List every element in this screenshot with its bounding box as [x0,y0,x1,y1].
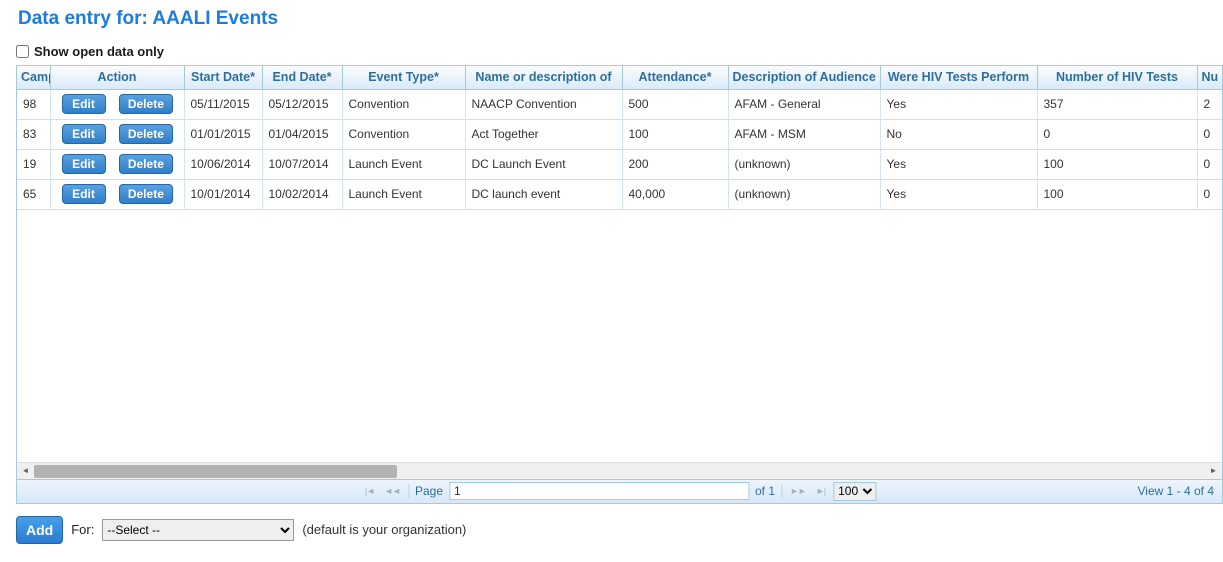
col-header-audience[interactable]: Description of Audience [728,66,880,89]
cell-campaign: 98 [17,89,50,119]
cell-truncated: 0 [1197,179,1222,209]
table-row[interactable]: 19 Edit Delete 10/06/2014 10/07/2014 Lau… [17,149,1222,179]
cell-audience: (unknown) [728,149,880,179]
cell-audience: (unknown) [728,179,880,209]
page-number-input[interactable] [449,482,749,500]
col-header-truncated[interactable]: Nu [1197,66,1222,89]
pager-controls: |◄ ◄◄ Page of 1 ►► ►| 100 [363,482,876,501]
cell-hiv-tests: No [880,119,1037,149]
delete-button[interactable]: Delete [119,124,173,144]
cell-name: DC Launch Event [465,149,622,179]
edit-button[interactable]: Edit [62,94,106,114]
cell-truncated: 2 [1197,89,1222,119]
prev-page-icon[interactable]: ◄◄ [382,486,402,496]
page-title: Data entry for: AAALI Events [18,8,1223,30]
table-row[interactable]: 65 Edit Delete 10/01/2014 10/02/2014 Lau… [17,179,1222,209]
cell-start-date: 10/01/2014 [184,179,262,209]
cell-audience: AFAM - MSM [728,119,880,149]
cell-event-type: Convention [342,119,465,149]
edit-button[interactable]: Edit [62,124,106,144]
grid-empty-area [17,210,1222,462]
cell-end-date: 05/12/2015 [262,89,342,119]
cell-action: Edit Delete [50,149,184,179]
cell-campaign: 19 [17,149,50,179]
col-header-event-type[interactable]: Event Type* [342,66,465,89]
horizontal-scrollbar[interactable]: ◄ ► [17,462,1222,479]
pager-bar: |◄ ◄◄ Page of 1 ►► ►| 100 View 1 - 4 of … [17,479,1222,503]
cell-attendance: 40,000 [622,179,728,209]
cell-event-type: Launch Event [342,149,465,179]
scrollbar-thumb[interactable] [34,465,397,478]
show-open-data-label: Show open data only [34,44,164,59]
for-label: For: [71,522,94,537]
cell-start-date: 01/01/2015 [184,119,262,149]
cell-truncated: 0 [1197,149,1222,179]
last-page-icon[interactable]: ►| [814,486,827,496]
cell-start-date: 10/06/2014 [184,149,262,179]
show-open-data-checkbox[interactable] [16,45,29,58]
cell-attendance: 500 [622,89,728,119]
col-header-name[interactable]: Name or description of [465,66,622,89]
cell-action: Edit Delete [50,119,184,149]
add-button[interactable]: Add [16,516,63,544]
cell-campaign: 65 [17,179,50,209]
col-header-campaign[interactable]: Camp [17,66,50,89]
next-page-icon[interactable]: ►► [788,486,808,496]
col-header-hiv-tests-performed[interactable]: Were HIV Tests Perform [880,66,1037,89]
cell-event-type: Launch Event [342,179,465,209]
page: Data entry for: AAALI Events Show open d… [0,0,1223,544]
organization-select[interactable]: --Select -- [102,519,294,541]
first-page-icon[interactable]: |◄ [363,486,376,496]
cell-name: DC launch event [465,179,622,209]
cell-audience: AFAM - General [728,89,880,119]
scroll-left-arrow-icon[interactable]: ◄ [17,463,34,479]
page-of-label: of 1 [755,484,775,498]
cell-hiv-tests: Yes [880,179,1037,209]
pager-separator [781,484,782,498]
cell-hiv-tests: Yes [880,89,1037,119]
events-table: Camp Action Start Date* End Date* Event … [17,66,1222,210]
view-range-text: View 1 - 4 of 4 [1138,484,1215,498]
col-header-start-date[interactable]: Start Date* [184,66,262,89]
cell-attendance: 200 [622,149,728,179]
cell-num-hiv-tests: 357 [1037,89,1197,119]
delete-button[interactable]: Delete [119,184,173,204]
col-header-attendance[interactable]: Attendance* [622,66,728,89]
cell-num-hiv-tests: 100 [1037,179,1197,209]
scrollbar-track[interactable] [34,463,1205,479]
table-row[interactable]: 83 Edit Delete 01/01/2015 01/04/2015 Con… [17,119,1222,149]
footer-bar: Add For: --Select -- (default is your or… [16,516,1223,544]
col-header-action[interactable]: Action [50,66,184,89]
cell-action: Edit Delete [50,89,184,119]
table-row[interactable]: 98 Edit Delete 05/11/2015 05/12/2015 Con… [17,89,1222,119]
cell-campaign: 83 [17,119,50,149]
col-header-number-hiv-tests[interactable]: Number of HIV Tests [1037,66,1197,89]
cell-end-date: 10/02/2014 [262,179,342,209]
show-open-data-filter[interactable]: Show open data only [16,44,1223,59]
default-org-hint: (default is your organization) [302,522,466,537]
cell-name: Act Together [465,119,622,149]
edit-button[interactable]: Edit [62,184,106,204]
col-header-end-date[interactable]: End Date* [262,66,342,89]
data-grid: Camp Action Start Date* End Date* Event … [16,65,1223,504]
cell-num-hiv-tests: 0 [1037,119,1197,149]
cell-start-date: 05/11/2015 [184,89,262,119]
pager-separator [408,484,409,498]
cell-name: NAACP Convention [465,89,622,119]
cell-attendance: 100 [622,119,728,149]
cell-hiv-tests: Yes [880,149,1037,179]
cell-num-hiv-tests: 100 [1037,149,1197,179]
page-label: Page [415,484,443,498]
cell-event-type: Convention [342,89,465,119]
edit-button[interactable]: Edit [62,154,106,174]
scroll-right-arrow-icon[interactable]: ► [1205,463,1222,479]
delete-button[interactable]: Delete [119,154,173,174]
cell-end-date: 01/04/2015 [262,119,342,149]
header-row: Camp Action Start Date* End Date* Event … [17,66,1222,89]
cell-truncated: 0 [1197,119,1222,149]
delete-button[interactable]: Delete [119,94,173,114]
cell-end-date: 10/07/2014 [262,149,342,179]
cell-action: Edit Delete [50,179,184,209]
page-size-select[interactable]: 100 [833,482,876,501]
